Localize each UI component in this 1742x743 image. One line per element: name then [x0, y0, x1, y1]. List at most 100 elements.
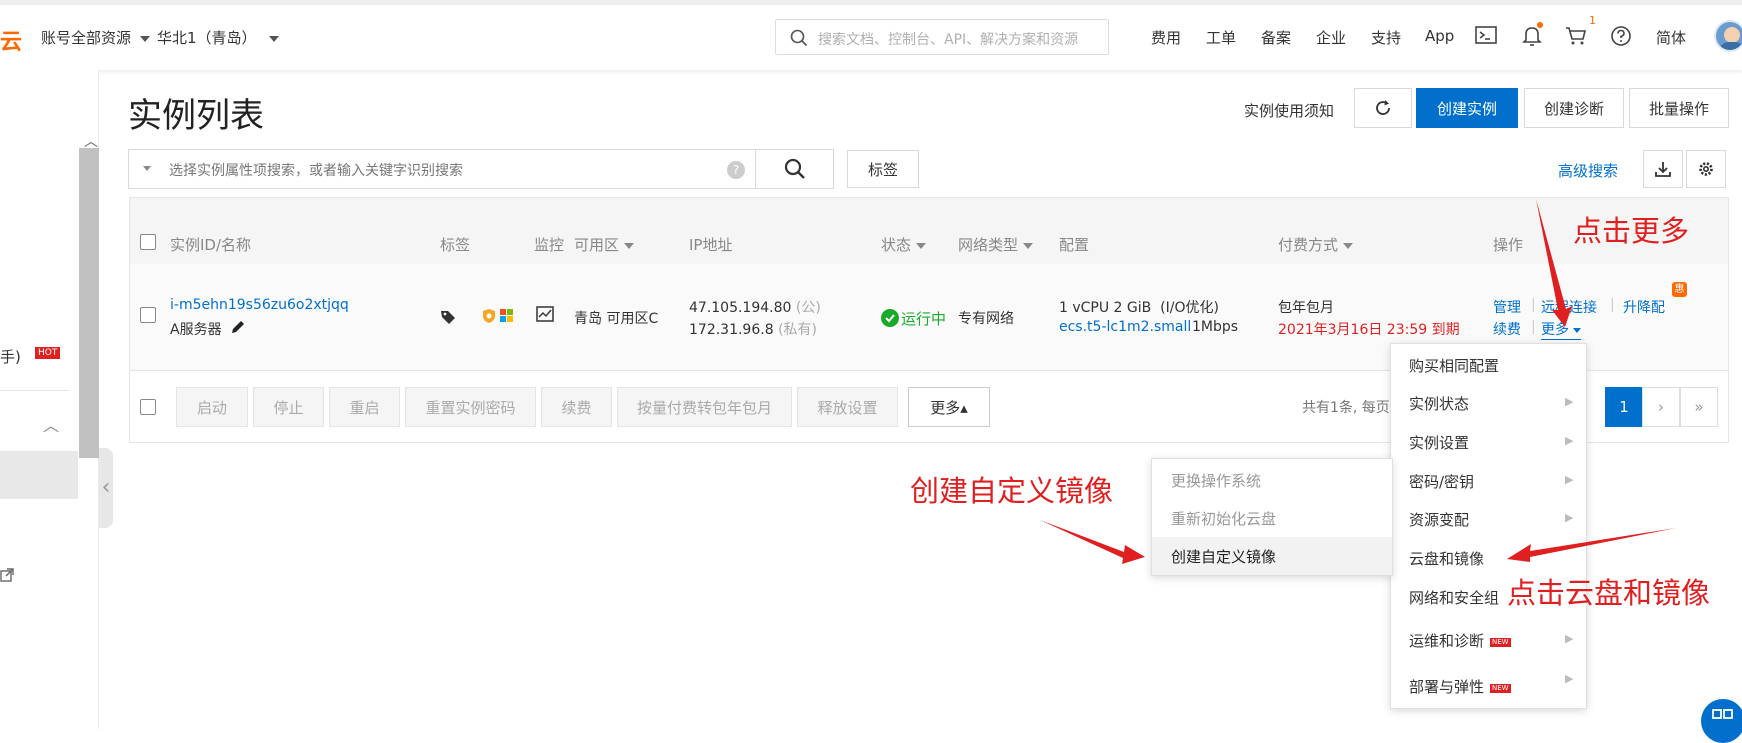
page-1-button[interactable]: 1 [1605, 387, 1643, 427]
status-badge: 运行中 [901, 310, 947, 328]
bulk-reset-password-button[interactable]: 重置实例密码 [405, 387, 536, 427]
sidebar-item-partial-label[interactable]: 手) [0, 346, 21, 367]
renew-link[interactable]: 续费 [1493, 319, 1521, 339]
nav-fees[interactable]: 费用 [1151, 27, 1181, 48]
remote-connect-link[interactable]: 远程连接 [1541, 297, 1597, 317]
create-instance-button[interactable]: 创建实例 [1416, 88, 1518, 128]
advanced-search-link[interactable]: 高级搜索 [1558, 160, 1618, 181]
account-scope-dropdown[interactable]: 账号全部资源 [41, 27, 150, 48]
menu-item-password-key[interactable]: 密码/密钥 ▶ [1409, 471, 1579, 492]
column-tags: 标签 [440, 236, 471, 254]
usage-notice-link[interactable]: 实例使用须知 [1244, 100, 1334, 121]
column-actions: 操作 [1493, 236, 1524, 254]
expiry-date: 2021年3月16日 23:59 到期 [1278, 322, 1460, 338]
sidebar-scrollbar[interactable] [79, 148, 99, 458]
menu-item-buy-same-config[interactable]: 购买相同配置 [1409, 355, 1499, 376]
submenu-item-reinit-disk[interactable]: 重新初始化云盘 [1171, 508, 1276, 529]
monitor-chart-icon[interactable] [536, 306, 554, 324]
chevron-right-icon: ▶ [1565, 511, 1574, 524]
private-ip: 172.31.96.8 (私有) [689, 319, 817, 339]
bell-icon[interactable] [1522, 25, 1542, 47]
select-all-checkbox[interactable] [140, 234, 156, 250]
menu-item-label: 网络和安全组 [1409, 589, 1500, 607]
last-page-button[interactable]: » [1680, 387, 1718, 427]
menu-item-resource-change[interactable]: 资源变配 ▶ [1409, 509, 1579, 530]
nav-support[interactable]: 支持 [1371, 27, 1401, 48]
column-billing[interactable]: 付费方式 [1278, 234, 1353, 255]
settings-button[interactable] [1686, 150, 1726, 188]
menu-item-label: 密码/密钥 [1409, 473, 1475, 491]
menu-item-deploy-elastic[interactable]: 部署与弹性 NEW ▶ [1409, 672, 1579, 697]
menu-item-ops-diagnosis[interactable]: 运维和诊断 NEW ▶ [1409, 630, 1579, 651]
chevron-down-icon [1022, 242, 1033, 249]
column-status[interactable]: 状态 [881, 234, 926, 255]
menu-item-network-security[interactable]: 网络和安全组 [1409, 587, 1499, 608]
instance-filter-input[interactable]: 选择实例属性项搜索，或者输入关键字识别搜索 ? [128, 149, 756, 189]
cart-icon[interactable] [1565, 26, 1587, 46]
running-status-icon [881, 309, 899, 327]
brand-logo[interactable]: 云 [0, 24, 22, 56]
manage-link[interactable]: 管理 [1493, 297, 1521, 317]
edit-icon[interactable] [230, 319, 246, 335]
nav-app[interactable]: App [1425, 27, 1454, 45]
action-separator: | [1610, 297, 1615, 313]
language-switch[interactable]: 简体 [1656, 27, 1686, 48]
row-checkbox[interactable] [140, 307, 156, 323]
submenu-item-label: 重新初始化云盘 [1171, 510, 1277, 528]
sidebar-divider [0, 390, 70, 391]
help-icon[interactable]: ? [727, 161, 745, 179]
region-label: 华北1（青岛） [157, 29, 257, 47]
bandwidth-value: 1Mbps [1192, 319, 1239, 335]
region-selector[interactable]: 华北1（青岛） [157, 27, 280, 48]
sidebar-collapse-toggle[interactable]: ‹ [99, 448, 113, 528]
batch-operations-button[interactable]: 批量操作 [1629, 88, 1729, 128]
more-actions-dropdown[interactable]: 更多 [1541, 319, 1582, 340]
bulk-restart-button[interactable]: 重启 [329, 387, 400, 427]
menu-item-disk-and-image[interactable]: 云盘和镜像 [1409, 548, 1484, 569]
menu-item-instance-status[interactable]: 实例状态 ▶ [1409, 393, 1579, 414]
terminal-icon[interactable] [1475, 26, 1497, 46]
bulk-select-checkbox[interactable] [140, 399, 156, 415]
nav-enterprise[interactable]: 企业 [1316, 27, 1346, 48]
bulk-more-button[interactable]: 更多▴ [908, 387, 990, 427]
instance-id-link[interactable]: i-m5ehn19s56zu6o2xtjqq [170, 297, 349, 313]
refresh-button[interactable] [1354, 88, 1412, 128]
menu-item-instance-settings[interactable]: 实例设置 ▶ [1409, 432, 1579, 453]
help-icon[interactable] [1610, 25, 1632, 47]
chevron-up-icon[interactable]: ︿ [43, 412, 59, 436]
column-network-type[interactable]: 网络类型 [958, 234, 1033, 255]
external-link-icon[interactable] [0, 568, 14, 582]
next-page-button[interactable]: › [1642, 387, 1680, 427]
bulk-renew-button[interactable]: 续费 [541, 387, 612, 427]
bulk-convert-billing-button[interactable]: 按量付费转包年包月 [617, 387, 792, 427]
instance-type-link[interactable]: ecs.t5-lc1m2.small [1059, 319, 1191, 335]
bulk-release-settings-button[interactable]: 释放设置 [797, 387, 898, 427]
private-ip-value: 172.31.96.8 [689, 322, 774, 338]
menu-item-label: 云盘和镜像 [1409, 550, 1485, 568]
cart-count: 1 [1589, 14, 1596, 27]
bulk-stop-button[interactable]: 停止 [253, 387, 324, 427]
create-diagnosis-button[interactable]: 创建诊断 [1524, 88, 1624, 128]
promo-badge: 惠 [1672, 282, 1687, 297]
search-icon [790, 29, 808, 47]
floating-menu-button[interactable] [1701, 699, 1742, 743]
annotation-click-more: 点击更多 [1573, 214, 1690, 248]
upgrade-link[interactable]: 升降配 [1623, 297, 1665, 317]
nav-icp[interactable]: 备案 [1261, 27, 1291, 48]
column-zone[interactable]: 可用区 [574, 234, 634, 255]
security-shield-icon[interactable] [482, 308, 496, 324]
submenu-item-create-custom-image[interactable]: 创建自定义镜像 [1171, 546, 1276, 567]
tag-icon[interactable] [440, 309, 456, 325]
export-button[interactable] [1643, 150, 1683, 188]
submenu-item-change-os[interactable]: 更换操作系统 [1171, 470, 1261, 491]
billing-method: 包年包月 [1278, 300, 1334, 316]
bulk-start-button[interactable]: 启动 [176, 387, 248, 427]
user-avatar[interactable] [1714, 20, 1742, 52]
search-button[interactable] [755, 149, 834, 189]
sidebar-item-active[interactable] [0, 451, 78, 499]
tag-filter-button[interactable]: 标签 [847, 150, 919, 188]
global-search-input[interactable]: 搜索文档、控制台、API、解决方案和资源 [775, 19, 1109, 55]
search-icon [784, 158, 805, 179]
nav-tickets[interactable]: 工单 [1206, 27, 1236, 48]
zone-value: 青岛 可用区C [574, 311, 659, 327]
